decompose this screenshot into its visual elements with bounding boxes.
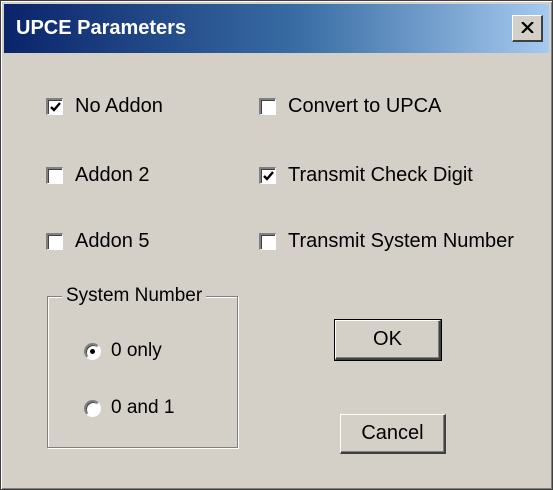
radio-0-only-label: 0 only (111, 340, 162, 361)
checkmark-icon (263, 171, 274, 181)
addon-2-checkbox-box[interactable] (46, 167, 63, 184)
addon-2-label: Addon 2 (75, 164, 150, 186)
title-bar[interactable]: UPCE Parameters (4, 4, 549, 53)
transmit-check-digit-checkbox-box[interactable] (259, 167, 276, 184)
transmit-system-number-label: Transmit System Number (288, 230, 514, 252)
ok-button[interactable]: OK (334, 319, 442, 361)
dialog-title: UPCE Parameters (16, 17, 187, 39)
radio-0-only[interactable]: 0 only (84, 340, 162, 362)
radio-0-and-1[interactable]: 0 and 1 (84, 397, 174, 419)
system-number-groupbox: System Number 0 only 0 and 1 (47, 285, 238, 448)
no-addon-label: No Addon (75, 95, 163, 117)
checkmark-icon (50, 102, 61, 112)
close-button[interactable] (512, 15, 543, 42)
radio-selected-dot (90, 348, 95, 354)
radio-0-only-button[interactable] (84, 342, 101, 360)
convert-to-upca-checkbox-box[interactable] (259, 98, 276, 115)
close-icon (521, 22, 534, 33)
transmit-system-number-checkbox[interactable]: Transmit System Number (259, 230, 514, 253)
system-number-legend: System Number (62, 285, 207, 307)
addon-5-checkbox[interactable]: Addon 5 (46, 230, 150, 253)
no-addon-checkbox-box[interactable] (46, 98, 63, 115)
addon-5-label: Addon 5 (75, 230, 150, 252)
cancel-button[interactable]: Cancel (340, 414, 446, 454)
convert-to-upca-checkbox[interactable]: Convert to UPCA (259, 95, 441, 118)
convert-to-upca-label: Convert to UPCA (288, 95, 442, 117)
transmit-check-digit-checkbox[interactable]: Transmit Check Digit (259, 164, 473, 187)
radio-0-and-1-button[interactable] (84, 399, 101, 417)
addon-2-checkbox[interactable]: Addon 2 (46, 164, 150, 187)
dialog-client: No Addon Addon 2 Addon 5 Convert to UPCA… (4, 53, 549, 486)
no-addon-checkbox[interactable]: No Addon (46, 95, 163, 118)
radio-0-and-1-label: 0 and 1 (111, 397, 175, 418)
transmit-system-number-checkbox-box[interactable] (259, 233, 276, 250)
transmit-check-digit-label: Transmit Check Digit (288, 164, 473, 186)
addon-5-checkbox-box[interactable] (46, 233, 63, 250)
upce-parameters-dialog: UPCE Parameters No Addon Addon 2 Addon 5 (0, 0, 553, 490)
